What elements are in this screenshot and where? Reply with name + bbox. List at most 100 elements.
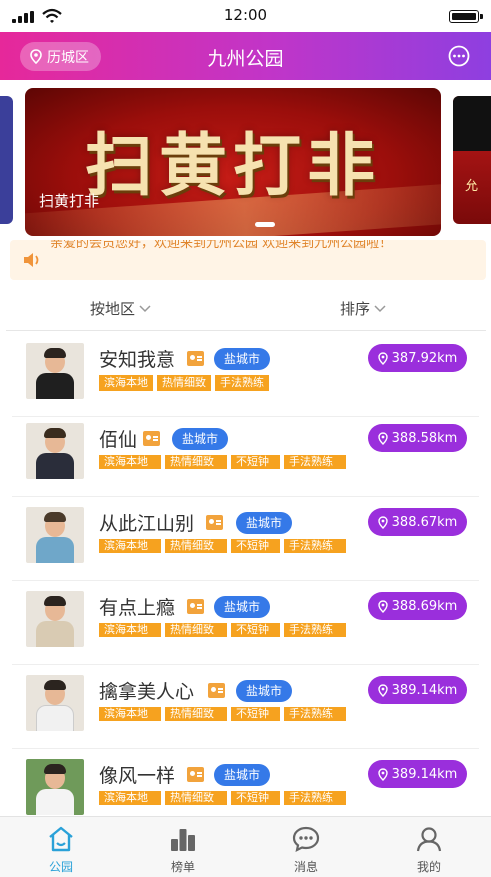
notice-text: 亲爱的会员您好，欢迎来到九州公园 欢迎来到九州公园啦！ [50,240,393,251]
tag: 滨海本地 [99,455,161,469]
chevron-down-icon [139,304,151,312]
location-pin-icon [377,767,388,781]
tag-list: 滨海本地 热情细致 不短钟 手法熟练 [99,707,346,721]
tag: 手法熟练 [215,375,269,391]
therapist-name: 安知我意 [99,349,176,371]
city-badge: 盐城市 [172,428,229,450]
tag: 滨海本地 [99,539,161,553]
avatar [26,591,84,647]
tab-ranking[interactable]: 榜单 [122,817,244,877]
location-pin-icon [377,683,388,697]
list-item[interactable]: 佰仙 盐城市 388.58km 滨海本地 热情细致 不短钟 手法熟练 [0,413,491,497]
tag: 滨海本地 [99,375,153,391]
tag-list: 滨海本地 热情细致 手法熟练 [99,375,269,391]
distance-value: 388.58km [391,430,458,446]
tag: 手法熟练 [284,455,346,469]
tab-park[interactable]: 公园 [0,817,122,877]
id-card-icon [187,351,204,366]
notice-bar: 亲爱的会员您好，欢迎来到九州公园 欢迎来到九州公园啦！ [10,240,486,280]
avatar [26,423,84,479]
tab-label: 消息 [293,860,318,874]
battery-icon [449,10,483,23]
id-card-icon [187,599,204,614]
tag-list: 滨海本地 热情细致 不短钟 手法熟练 [99,455,346,469]
list-item[interactable]: 有点上瘾 盐城市 388.69km 滨海本地 热情细致 不短钟 手法熟练 [0,581,491,665]
list-item[interactable]: 安知我意 盐城市 387.92km 滨海本地 热情细致 手法熟练 [0,333,491,417]
tab-messages[interactable]: 消息 [245,817,367,877]
tag: 热情细致 [165,623,227,637]
status-bar: 12:00 [0,0,491,32]
distance-badge: 388.67km [368,508,467,536]
therapist-name: 有点上瘾 [99,597,176,619]
tab-label: 榜单 [170,860,195,874]
list-item[interactable]: 从此江山别 盐城市 388.67km 滨海本地 热情细致 不短钟 手法熟练 [0,497,491,581]
tag: 滨海本地 [99,623,161,637]
list-item[interactable]: 擒拿美人心 盐城市 389.14km 滨海本地 热情细致 不短钟 手法熟练 [0,665,491,749]
avatar [26,343,84,399]
location-pin-icon [377,431,388,445]
banner-carousel[interactable]: 扫黄打非 扫黄打非 允 [0,88,491,236]
tag-list: 滨海本地 热情细致 不短钟 手法熟练 [99,791,346,805]
tag: 热情细致 [165,791,227,805]
avatar [26,507,84,563]
area-filter[interactable]: 按地区 [90,298,151,319]
therapist-name: 像风一样 [99,765,176,787]
location-pin-icon [30,49,42,64]
sort-filter-label: 排序 [340,300,371,318]
tag: 不短钟 [231,623,280,637]
status-time: 12:00 [223,6,268,24]
location-label: 历城区 [47,49,89,66]
avatar [26,675,84,731]
location-pin-icon [377,599,388,613]
app-header: 历城区 九州公园 [0,32,491,80]
banner-prev-peek[interactable] [0,96,13,224]
tab-label: 我的 [416,860,441,874]
chat-bubble-icon[interactable] [447,44,471,68]
chevron-down-icon [374,304,386,312]
distance-badge: 388.69km [368,592,467,620]
ranking-icon [171,829,195,851]
id-card-icon [187,767,204,782]
city-badge: 盐城市 [236,512,293,534]
distance-badge: 387.92km [368,344,467,372]
tag: 热情细致 [165,707,227,721]
tag: 滨海本地 [99,791,161,805]
banner-slide[interactable]: 扫黄打非 扫黄打非 [25,88,441,236]
bottom-tab-bar: 公园 榜单 消息 我的 [0,816,491,877]
sort-filter[interactable]: 排序 [340,298,386,319]
distance-value: 387.92km [391,350,458,366]
distance-value: 389.14km [391,766,458,782]
tag-list: 滨海本地 热情细致 不短钟 手法熟练 [99,539,346,553]
therapist-name: 从此江山别 [99,513,195,535]
area-filter-label: 按地区 [90,300,136,318]
tag: 滨海本地 [99,707,161,721]
speaker-icon [24,253,39,267]
tag: 热情细致 [165,539,227,553]
tag: 手法熟练 [284,791,346,805]
city-badge: 盐城市 [214,596,271,618]
location-pin-icon [377,351,388,365]
tab-label: 公园 [48,860,73,874]
distance-badge: 388.58km [368,424,467,452]
tab-profile[interactable]: 我的 [368,817,490,877]
message-icon [292,826,320,853]
tag: 热情细致 [157,375,211,391]
distance-badge: 389.14km [368,676,467,704]
location-selector[interactable]: 历城区 [20,42,101,71]
location-pin-icon [377,515,388,529]
distance-value: 389.14km [391,682,458,698]
id-card-icon [143,431,160,446]
id-card-icon [206,515,223,530]
profile-icon [416,827,442,852]
banner-next-peek[interactable]: 允 [453,96,491,224]
city-badge: 盐城市 [214,348,271,370]
tag: 热情细致 [165,455,227,469]
banner-next-caption: 允 [465,179,479,194]
carousel-indicator [255,222,275,227]
distance-value: 388.69km [391,598,458,614]
therapist-name: 擒拿美人心 [99,681,195,703]
tag-list: 滨海本地 热情细致 不短钟 手法熟练 [99,623,346,637]
city-badge: 盐城市 [236,680,293,702]
tag: 不短钟 [231,791,280,805]
banner-caption: 扫黄打非 [39,192,100,210]
